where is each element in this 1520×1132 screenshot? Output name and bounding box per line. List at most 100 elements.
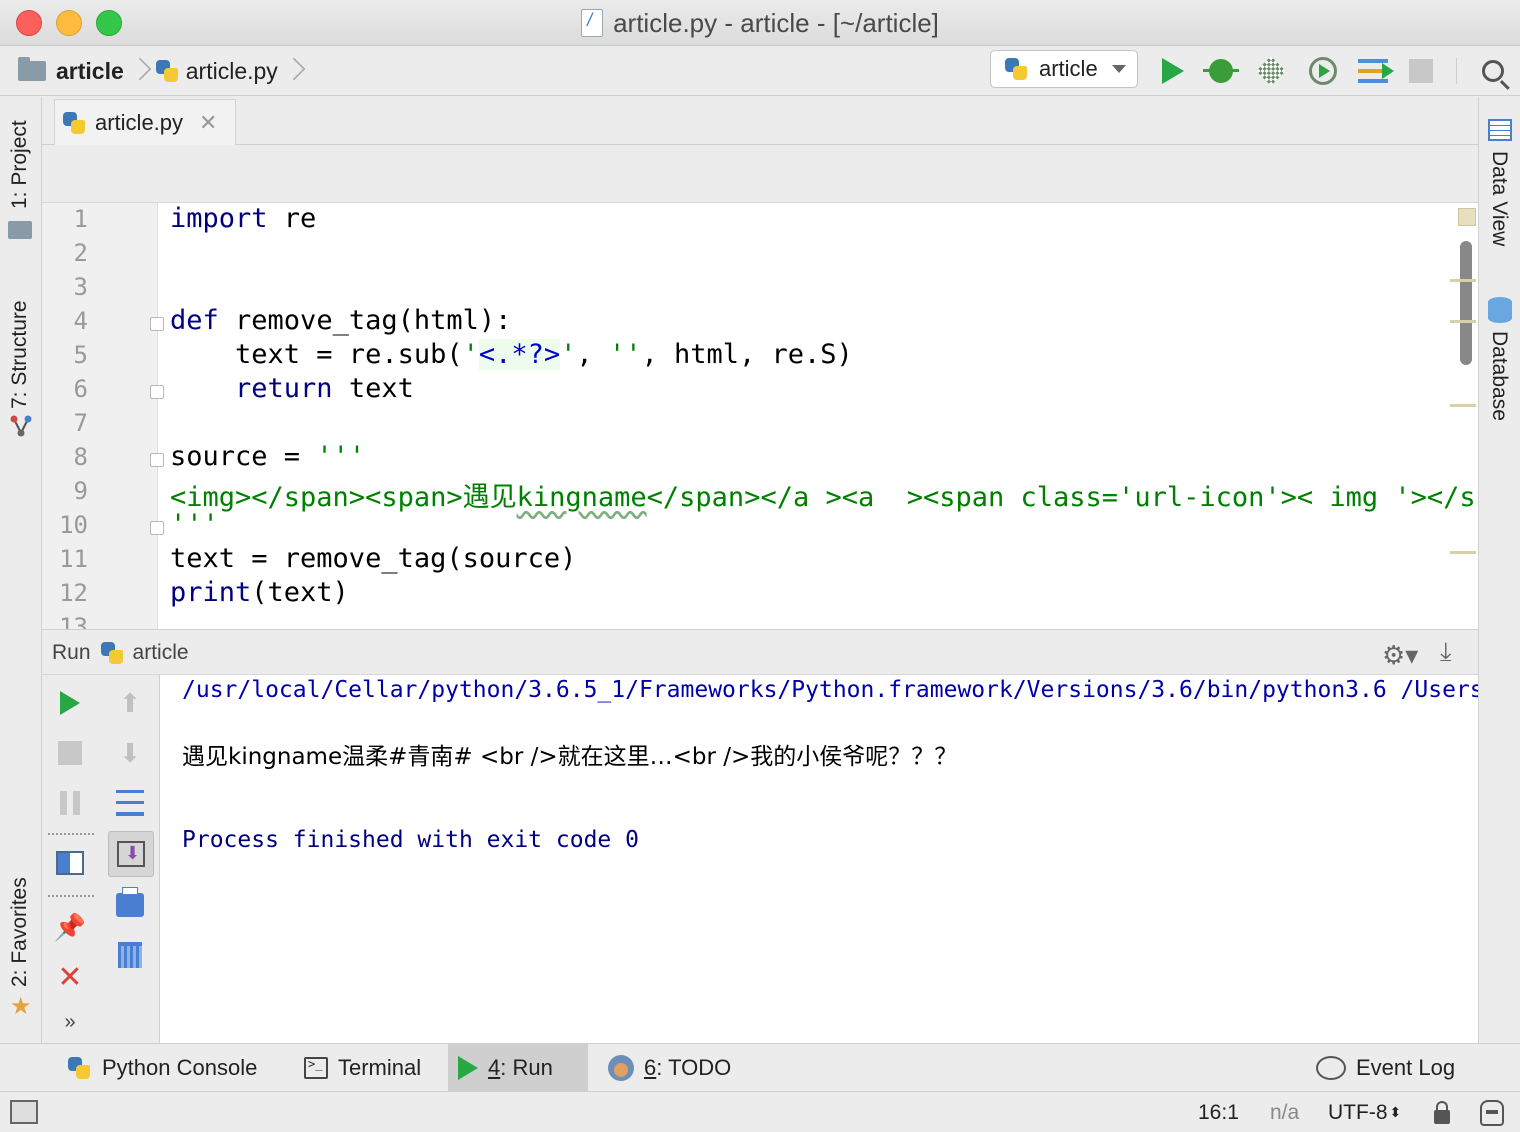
file-encoding[interactable]: UTF-8 ⬍ xyxy=(1328,1092,1401,1132)
line-separator: n/a xyxy=(1270,1100,1300,1124)
tab-python-console[interactable]: Python Console xyxy=(56,1044,267,1092)
tab-label: 6: TODO xyxy=(644,1055,731,1081)
profile-icon xyxy=(1309,57,1337,85)
code-text: text xyxy=(332,373,414,404)
search-button[interactable] xyxy=(1476,54,1510,88)
run-console[interactable]: /usr/local/Cellar/python/3.6.5_1/Framewo… xyxy=(160,675,1478,1043)
tab-todo[interactable]: 6: TODO xyxy=(598,1044,741,1092)
line-number: 13 xyxy=(59,613,88,629)
inspector-button[interactable] xyxy=(1480,1092,1504,1132)
updown-icon: ⬍ xyxy=(1389,1104,1402,1120)
terminal-icon xyxy=(304,1057,328,1079)
stop-icon xyxy=(1409,59,1433,83)
pause-button[interactable] xyxy=(50,783,90,823)
string-quote: ' xyxy=(560,339,577,370)
code-text: (text) xyxy=(251,577,349,608)
debug-button[interactable] xyxy=(1203,54,1239,88)
close-run-button[interactable]: ✕ xyxy=(50,957,90,997)
trash-icon xyxy=(118,942,142,968)
gear-icon[interactable]: ⚙▾ xyxy=(1382,640,1418,671)
readonly-toggle[interactable] xyxy=(1434,1092,1450,1132)
code-line-9: <img></span><span>遇见kingname</span></a >… xyxy=(170,475,1478,514)
concurrency-button[interactable] xyxy=(1356,54,1394,88)
line-number: 8 xyxy=(73,443,88,471)
clear-all-button[interactable] xyxy=(110,935,150,975)
close-icon: ✕ xyxy=(57,960,83,994)
line-number: 9 xyxy=(73,477,88,505)
lock-icon xyxy=(1434,1100,1450,1124)
stop-icon xyxy=(58,741,82,765)
warning-stripe[interactable] xyxy=(1450,279,1476,282)
scroll-up-button[interactable]: ⬆ xyxy=(110,683,150,723)
scroll-down-button[interactable]: ⬇ xyxy=(110,733,150,773)
tab-run[interactable]: 4: Run xyxy=(448,1044,588,1092)
restore-layout-button[interactable] xyxy=(50,843,90,883)
line-number: 12 xyxy=(59,579,88,607)
editor-tab-article[interactable]: article.py ✕ xyxy=(54,99,236,145)
fold-toggle[interactable] xyxy=(150,385,164,399)
stop-run-button[interactable] xyxy=(50,733,90,773)
toolbar-divider xyxy=(1456,58,1457,84)
window-title-wrap: article.py - article - [~/article] xyxy=(0,0,1520,46)
soft-wrap-button[interactable] xyxy=(110,783,150,823)
cursor-position[interactable]: 16:1 xyxy=(1198,1092,1239,1132)
folder-icon xyxy=(18,57,46,81)
python-console-icon xyxy=(66,1055,92,1081)
tab-shortcut-number: 4 xyxy=(488,1055,501,1080)
status-bar: 16:1 n/a UTF-8 ⬍ xyxy=(0,1091,1520,1132)
bottom-tool-tabs: Python Console Terminal 4: Run 6: TODO E… xyxy=(0,1043,1520,1092)
print-button[interactable] xyxy=(110,885,150,925)
toolbar-divider xyxy=(48,833,94,835)
fold-toggle[interactable] xyxy=(150,521,164,535)
pin-icon: 📌 xyxy=(53,911,87,942)
layout-icon xyxy=(56,851,84,875)
tab-data-view[interactable]: Data View xyxy=(1487,151,1511,246)
tab-label: Python Console xyxy=(102,1055,258,1080)
stop-button[interactable] xyxy=(1404,54,1438,88)
tab-database[interactable]: Database xyxy=(1487,331,1511,421)
toggle-tool-windows-icon[interactable] xyxy=(10,1100,38,1124)
run-config-name: article xyxy=(1039,56,1098,81)
tab-terminal[interactable]: Terminal xyxy=(294,1044,431,1092)
run-button[interactable] xyxy=(1156,54,1190,88)
inspection-marker[interactable] xyxy=(1458,208,1476,226)
line-number: 2 xyxy=(73,239,88,267)
tab-structure[interactable]: 7: Structure xyxy=(8,300,32,409)
warning-stripe[interactable] xyxy=(1450,320,1476,323)
line-number: 4 xyxy=(73,307,88,335)
editor-scrollbar[interactable] xyxy=(1460,241,1472,365)
pin-tab-button[interactable]: 📌 xyxy=(50,907,90,947)
scroll-to-end-button[interactable]: ⬇ xyxy=(108,831,154,877)
code-editor[interactable]: 1 2 3 4 5 6 7 8 9 10 11 12 13 import re … xyxy=(42,203,1478,629)
hide-panel-icon[interactable]: ⤓ xyxy=(1440,636,1452,668)
file-icon xyxy=(581,9,604,37)
run-config-selector[interactable]: article xyxy=(990,50,1138,88)
tab-project[interactable]: 1: Project xyxy=(8,120,32,209)
breadcrumb-file[interactable]: article.py xyxy=(186,58,278,85)
warning-stripe[interactable] xyxy=(1450,404,1476,407)
tab-label: Event Log xyxy=(1356,1055,1456,1080)
typo-highlight: kingname xyxy=(516,482,647,513)
tab-favorites[interactable]: 2: Favorites xyxy=(8,877,32,987)
close-icon[interactable]: ✕ xyxy=(199,110,217,136)
run-config-tab[interactable]: article xyxy=(133,641,189,665)
line-number: 1 xyxy=(73,205,88,233)
scroll-end-icon: ⬇ xyxy=(117,841,145,867)
keyword: def xyxy=(170,305,219,336)
rerun-button[interactable] xyxy=(50,683,90,723)
more-tools-button[interactable]: » xyxy=(50,1007,90,1037)
console-exit-message: Process finished with exit code 0 xyxy=(182,827,639,853)
warning-stripe[interactable] xyxy=(1450,551,1476,554)
chevron-right-icon xyxy=(284,53,302,89)
search-icon xyxy=(1482,60,1504,82)
fold-toggle[interactable] xyxy=(150,317,164,331)
chevron-down-icon xyxy=(1111,65,1126,73)
wrap-icon xyxy=(116,790,144,816)
coverage-button[interactable] xyxy=(1254,54,1288,88)
line-number: 7 xyxy=(73,409,88,437)
print-icon xyxy=(116,887,144,917)
fold-toggle[interactable] xyxy=(150,453,164,467)
profile-button[interactable] xyxy=(1306,54,1340,88)
tab-event-log[interactable]: Event Log xyxy=(1306,1044,1465,1092)
breadcrumb-project[interactable]: article xyxy=(56,58,124,85)
